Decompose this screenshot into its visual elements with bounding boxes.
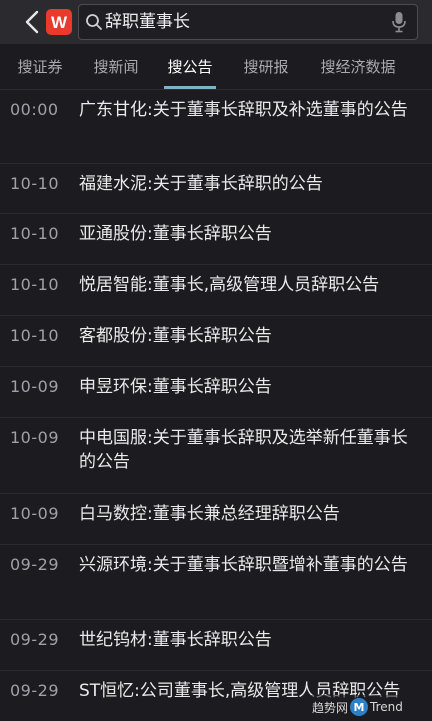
list-item-title: 福建水泥:关于董事长辞职的公告 bbox=[79, 174, 323, 194]
list-item-date: 10-09 bbox=[10, 428, 59, 447]
app-logo[interactable]: W bbox=[46, 9, 72, 35]
list-item-title: 兴源环境:关于董事长辞职暨增补董事的公告 bbox=[79, 555, 408, 575]
tab-research-reports[interactable]: 搜研报 bbox=[234, 44, 298, 90]
list-item-date: 10-10 bbox=[10, 326, 59, 345]
list-item-date: 09-29 bbox=[10, 630, 59, 649]
list-item-title: 白马数控:董事长兼总经理辞职公告 bbox=[79, 504, 340, 524]
list-item[interactable]: 10-09 申昱环保:董事长辞职公告 bbox=[0, 367, 432, 418]
list-item-date: 09-29 bbox=[10, 555, 59, 574]
tab-securities[interactable]: 搜证券 bbox=[8, 44, 72, 90]
watermark: 趋势网 M Trend bbox=[308, 695, 430, 719]
watermark-brand: Trend bbox=[370, 700, 403, 714]
back-button[interactable] bbox=[20, 8, 44, 36]
active-tab-indicator bbox=[164, 86, 216, 89]
list-item-title: 中电国服:关于董事长辞职及选举新任董事长的公告 bbox=[79, 428, 408, 472]
list-item-date: 10-09 bbox=[10, 504, 59, 523]
list-item[interactable]: 10-10 客都股份:董事长辞职公告 bbox=[0, 316, 432, 367]
announcement-list: 00:00 广东甘化:关于董事长辞职及补选董事的公告 10-10 福建水泥:关于… bbox=[0, 90, 432, 721]
tab-economic-data[interactable]: 搜经济数据 bbox=[310, 44, 406, 90]
list-item-date: 10-10 bbox=[10, 275, 59, 294]
list-item-date: 00:00 bbox=[10, 100, 59, 119]
list-item[interactable]: 09-29 世纪钨材:董事长辞职公告 bbox=[0, 620, 432, 671]
list-item-title: 客都股份:董事长辞职公告 bbox=[79, 326, 272, 346]
watermark-badge: M bbox=[350, 698, 369, 716]
list-item-title: 申昱环保:董事长辞职公告 bbox=[79, 377, 272, 397]
list-item-date: 10-09 bbox=[10, 377, 59, 396]
search-category-tabs: 搜证券 搜新闻 搜公告 搜研报 搜经济数据 bbox=[0, 44, 432, 90]
list-item-title: 亚通股份:董事长辞职公告 bbox=[79, 224, 272, 244]
list-item[interactable]: 10-09 白马数控:董事长兼总经理辞职公告 bbox=[0, 494, 432, 545]
search-input[interactable] bbox=[105, 7, 385, 37]
chevron-left-icon bbox=[25, 10, 39, 34]
list-item-date: 09-29 bbox=[10, 681, 59, 700]
search-icon bbox=[86, 14, 102, 30]
list-item-date: 10-10 bbox=[10, 174, 59, 193]
list-item[interactable]: 10-10 福建水泥:关于董事长辞职的公告 bbox=[0, 164, 432, 214]
tab-announcements[interactable]: 搜公告 bbox=[158, 44, 222, 90]
list-item[interactable]: 10-10 悦居智能:董事长,高级管理人员辞职公告 bbox=[0, 265, 432, 316]
list-item[interactable]: 10-10 亚通股份:董事长辞职公告 bbox=[0, 214, 432, 265]
top-bar: W bbox=[0, 0, 432, 44]
list-item[interactable]: 00:00 广东甘化:关于董事长辞职及补选董事的公告 bbox=[0, 90, 432, 164]
list-item[interactable]: 10-09 中电国服:关于董事长辞职及选举新任董事长的公告 bbox=[0, 418, 432, 494]
watermark-text: 趋势网 bbox=[312, 700, 349, 715]
microphone-icon[interactable] bbox=[391, 11, 407, 33]
search-bar[interactable] bbox=[78, 4, 418, 40]
list-item[interactable]: 09-29 兴源环境:关于董事长辞职暨增补董事的公告 bbox=[0, 545, 432, 620]
logo-letter: W bbox=[50, 12, 68, 32]
list-item-title: 世纪钨材:董事长辞职公告 bbox=[79, 630, 272, 650]
list-item-title: 悦居智能:董事长,高级管理人员辞职公告 bbox=[79, 275, 380, 295]
tab-news[interactable]: 搜新闻 bbox=[84, 44, 148, 90]
list-item-title: 广东甘化:关于董事长辞职及补选董事的公告 bbox=[79, 100, 408, 120]
list-item-date: 10-10 bbox=[10, 224, 59, 243]
